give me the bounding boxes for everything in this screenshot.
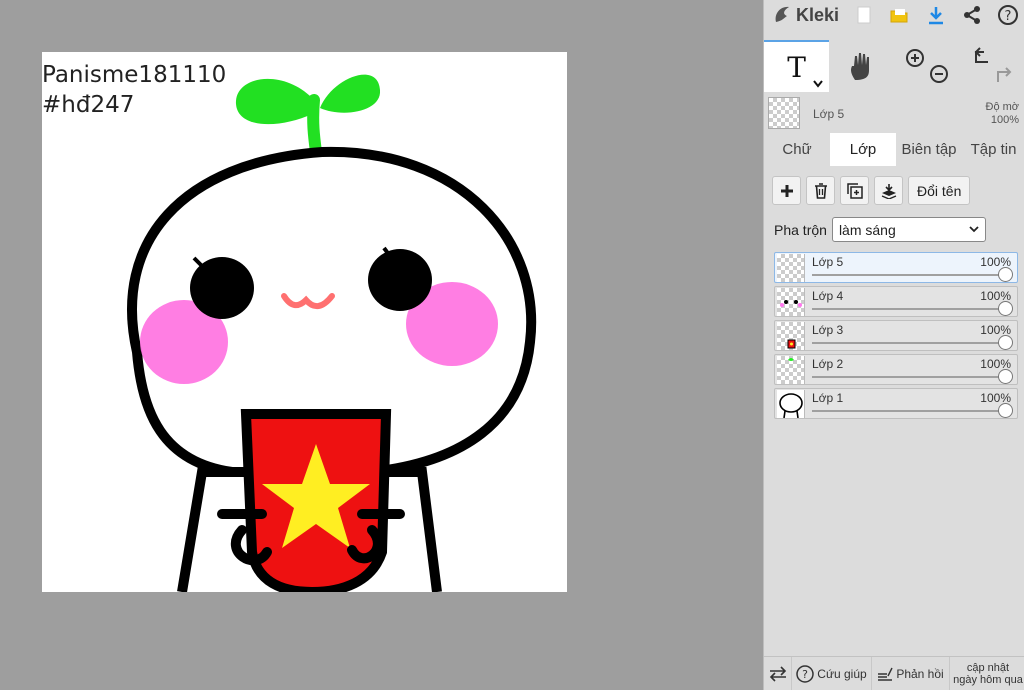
svg-text:?: ?	[802, 668, 808, 681]
swap-side-button[interactable]	[764, 656, 792, 690]
layers-panel: Đổi tên Pha trộn làm sáng Lớp 5 100% Lớp	[764, 166, 1024, 656]
layer-item[interactable]: Lớp 1 100%	[774, 388, 1018, 419]
chevron-down-icon[interactable]	[813, 80, 824, 88]
zoom-in-icon[interactable]	[906, 49, 925, 67]
top-bar: Kleki ?	[764, 0, 1024, 30]
layer-name: Lớp 3	[812, 323, 844, 337]
text-tool-button[interactable]: T	[764, 40, 830, 92]
hand-tool-button[interactable]	[829, 40, 894, 92]
layer-opacity-knob[interactable]	[998, 335, 1013, 350]
help-icon[interactable]: ?	[996, 3, 1020, 27]
layer-thumbnail	[777, 356, 805, 384]
update-notice[interactable]: cập nhật ngày hôm qua	[950, 662, 1024, 686]
current-layer-preview: Lớp 5 Độ mờ 100%	[764, 93, 1024, 133]
current-layer-opacity: Độ mờ 100%	[986, 101, 1020, 127]
delete-layer-button[interactable]	[806, 176, 835, 205]
help-button[interactable]: ? Cứu giúp	[792, 656, 872, 690]
layer-opacity-slider[interactable]	[812, 342, 1007, 344]
open-folder-icon[interactable]	[887, 3, 911, 27]
merge-down-icon	[881, 183, 896, 199]
layer-opacity-knob[interactable]	[998, 267, 1013, 282]
download-icon[interactable]	[924, 3, 948, 27]
watermark-line-2: #hđ247	[42, 92, 135, 118]
layer-thumbnail	[777, 288, 805, 316]
blend-mode-value: làm sáng	[838, 221, 896, 238]
layer-opacity-knob[interactable]	[998, 403, 1013, 418]
feedback-icon	[878, 667, 893, 681]
current-layer-name: Lớp 5	[813, 107, 845, 121]
layer-thumbnail	[777, 390, 805, 418]
kleki-logo-icon	[775, 6, 789, 22]
panel-tabs: Chữ Lớp Biên tập Tập tin	[764, 133, 1024, 166]
sidebar: Kleki ? T Lớp 5 Độ mờ 100% Chữ Lớp Biên …	[763, 0, 1024, 690]
layer-name: Lớp 5	[812, 255, 844, 269]
layer-opacity-slider[interactable]	[812, 410, 1007, 412]
blend-mode-label: Pha trộn	[774, 221, 827, 238]
layer-list: Lớp 5 100% Lớp 4 100% Lớp 3 100% Lớp 2 1…	[774, 252, 1018, 422]
share-icon[interactable]	[960, 3, 984, 27]
duplicate-layer-button[interactable]	[840, 176, 869, 205]
opacity-label: Độ mờ	[985, 101, 1020, 113]
watermark-line-1: Panisme181110	[42, 62, 227, 88]
layer-name: Lớp 4	[812, 289, 844, 303]
add-layer-button[interactable]	[772, 176, 801, 205]
tab-layers[interactable]: Lớp	[830, 133, 896, 166]
layer-thumbnail	[777, 254, 805, 282]
merge-layer-button[interactable]	[874, 176, 903, 205]
svg-text:?: ?	[1005, 9, 1012, 24]
text-tool-icon: T	[787, 50, 806, 84]
blend-mode-row: Pha trộn làm sáng	[774, 217, 986, 242]
rename-layer-button[interactable]: Đổi tên	[908, 176, 971, 205]
zoom-out-icon[interactable]	[930, 65, 949, 83]
swap-arrows-icon	[769, 665, 786, 682]
zoom-buttons	[895, 40, 960, 92]
plus-icon	[780, 184, 793, 197]
layer-opacity-slider[interactable]	[812, 308, 1007, 310]
layer-opacity-slider[interactable]	[812, 376, 1007, 378]
tab-file[interactable]: Tập tin	[962, 133, 1024, 166]
sidebar-footer: ? Cứu giúp Phản hồi cập nhật ngày hôm qu…	[764, 656, 1024, 690]
opacity-value: 100%	[990, 114, 1019, 126]
layer-opacity-knob[interactable]	[998, 369, 1013, 384]
canvas-area[interactable]: Panisme181110 #hđ247	[0, 0, 763, 690]
layer-name: Lớp 1	[812, 391, 844, 405]
new-file-icon[interactable]	[852, 3, 876, 27]
tool-bar: T	[764, 40, 1024, 92]
blend-mode-select[interactable]: làm sáng	[831, 217, 986, 242]
feedback-button[interactable]: Phản hồi	[872, 656, 950, 690]
duplicate-icon	[846, 182, 863, 199]
tab-edit[interactable]: Biên tập	[896, 133, 962, 166]
layer-actions: Đổi tên	[772, 176, 971, 205]
undo-redo-buttons	[960, 40, 1024, 92]
update-line-2: ngày hôm qua	[953, 673, 1023, 686]
current-layer-thumbnail	[768, 97, 800, 129]
layer-name: Lớp 2	[812, 357, 844, 371]
drawing-canvas[interactable]: Panisme181110 #hđ247	[42, 52, 567, 592]
help-label: Cứu giúp	[817, 666, 867, 681]
trash-icon	[814, 182, 827, 199]
layer-item[interactable]: Lớp 4 100%	[774, 286, 1018, 317]
app-title: Kleki	[796, 4, 840, 25]
layer-item[interactable]: Lớp 2 100%	[774, 354, 1018, 385]
layer-opacity-knob[interactable]	[998, 301, 1013, 316]
chevron-down-icon	[969, 226, 979, 233]
undo-icon[interactable]	[974, 47, 989, 63]
tab-text[interactable]: Chữ	[764, 133, 830, 166]
help-circle-icon: ?	[796, 664, 815, 683]
layer-thumbnail	[777, 322, 805, 350]
redo-icon[interactable]	[997, 67, 1012, 82]
drawing-artwork	[127, 74, 537, 592]
update-line-1: cập nhật	[966, 661, 1010, 674]
kleki-logo[interactable]: Kleki	[764, 0, 848, 30]
hand-tool-icon	[850, 53, 869, 80]
layer-opacity-slider[interactable]	[812, 274, 1007, 276]
layer-item[interactable]: Lớp 5 100%	[774, 252, 1018, 283]
feedback-label: Phản hồi	[896, 666, 944, 681]
layer-item[interactable]: Lớp 3 100%	[774, 320, 1018, 351]
